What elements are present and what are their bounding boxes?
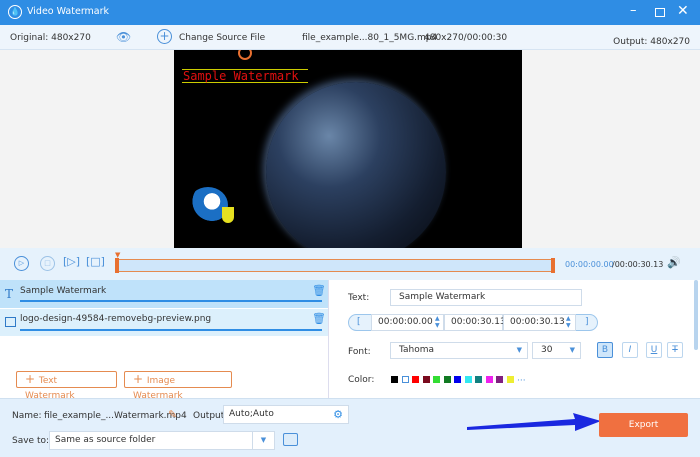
delete-icon[interactable]: 🗑 <box>312 312 326 325</box>
chevron-down-icon: ▼ <box>569 346 575 354</box>
close-button[interactable]: ✕ <box>677 3 689 19</box>
scrollbar[interactable] <box>694 280 698 350</box>
size-value: 30 <box>541 345 553 355</box>
output-resolution: Output: 480x270 <box>613 37 690 47</box>
watermark-list-panel: T Sample Watermark 🗑 logo-design-49584-r… <box>0 280 329 401</box>
image-type-icon <box>5 317 16 327</box>
font-value: Tahoma <box>399 345 435 355</box>
text-type-icon: T <box>5 287 14 301</box>
save-to-label: Save to: <box>12 436 50 446</box>
font-size-select[interactable]: 30 ▼ <box>532 342 581 359</box>
color-swatch[interactable] <box>391 376 398 383</box>
current-time: 00:00:00.00 <box>565 260 614 269</box>
strikethrough-button[interactable]: T <box>667 342 683 358</box>
color-label: Color: <box>348 375 375 385</box>
eye-hidden-icon[interactable]: 👁 <box>116 30 131 44</box>
set-start-button[interactable]: [ <box>357 317 361 327</box>
edit-name-icon[interactable]: ✎ <box>168 408 177 421</box>
chevron-down-icon: ▼ <box>252 432 274 449</box>
start-time-input[interactable]: 00:00:00.00 <box>371 314 444 331</box>
color-swatch[interactable] <box>412 376 419 383</box>
save-to-value: Same as source folder <box>55 435 156 445</box>
playhead[interactable]: ▼ <box>115 251 120 259</box>
add-icon[interactable]: + <box>157 29 172 44</box>
plus-icon: + <box>25 372 39 386</box>
text-watermark-box[interactable]: Sample Watermark <box>182 69 308 83</box>
plus-icon: + <box>133 372 147 386</box>
watermark-settings-panel: Text: Sample Watermark [ 00:00:00.00 ▲ ▼ … <box>330 280 700 398</box>
color-swatch[interactable] <box>464 376 472 383</box>
watermark-label: Sample Watermark <box>20 286 107 296</box>
earth-image <box>266 82 446 248</box>
watermark-item-text[interactable]: T Sample Watermark 🗑 <box>0 280 328 308</box>
output-file-name: file_example_...Watermark.mp4 <box>44 411 187 421</box>
more-colors-button[interactable]: ··· <box>517 376 526 386</box>
logo-watermark-image[interactable] <box>188 187 238 227</box>
playback-controls: ▷ □ [▷] [□] ▼ 00:00:00.00 /00:00:30.13 🔊 <box>0 248 700 280</box>
color-swatch[interactable] <box>422 376 430 383</box>
timeline-end-handle[interactable] <box>551 258 555 273</box>
folder-icon[interactable] <box>283 433 298 446</box>
color-swatch[interactable] <box>443 376 451 383</box>
bold-button[interactable]: B <box>597 342 613 358</box>
play-button[interactable]: ▷ <box>14 256 29 271</box>
minimize-button[interactable]: – <box>630 3 637 18</box>
add-image-watermark-button[interactable]: + Image Watermark <box>124 371 232 401</box>
export-bar: Name: file_example_...Watermark.mp4 ✎ Ou… <box>0 398 700 457</box>
window-title: Video Watermark <box>27 6 110 17</box>
text-input[interactable]: Sample Watermark <box>390 289 582 306</box>
time-range: [ 00:00:00.00 ▲ ▼ 00:00:30.13 00:00:30.13… <box>348 314 598 331</box>
original-resolution: Original: 480x270 <box>10 33 91 43</box>
save-to-select[interactable]: Same as source folder ▼ <box>49 431 275 450</box>
export-button[interactable]: Export <box>599 413 688 437</box>
info-bar: Original: 480x270 👁 + Change Source File… <box>0 25 700 50</box>
color-swatch[interactable] <box>485 376 493 383</box>
text-label: Text: <box>348 293 370 303</box>
end-time-stepper[interactable]: ▲ ▼ <box>566 315 571 329</box>
total-time: /00:00:30.13 <box>612 260 664 269</box>
output-value: Auto;Auto <box>229 409 274 419</box>
rotate-handle-icon[interactable] <box>238 50 252 60</box>
start-time-stepper[interactable]: ▲ ▼ <box>435 315 440 329</box>
color-palette: ··· <box>391 376 526 386</box>
video-preview: Sample Watermark <box>0 50 700 248</box>
italic-button[interactable]: I <box>622 342 638 358</box>
font-label: Font: <box>348 347 371 357</box>
arrow-annotation <box>467 413 601 431</box>
add-text-watermark-button[interactable]: + Text Watermark <box>16 371 117 401</box>
play-clip-button[interactable]: [▷] <box>63 255 80 268</box>
maximize-button[interactable] <box>655 8 665 17</box>
stop-clip-button[interactable]: [□] <box>86 255 105 268</box>
title-bar: 💧 Video Watermark – ✕ <box>0 0 700 25</box>
color-swatch[interactable] <box>475 376 482 383</box>
set-end-button[interactable]: ] <box>585 317 589 327</box>
watermark-label: logo-design-49584-removebg-preview.png <box>20 314 212 324</box>
duration-input[interactable]: 00:00:30.13 <box>444 314 506 331</box>
color-swatch[interactable] <box>506 376 514 383</box>
name-label: Name: <box>12 411 42 421</box>
output-settings-field: Auto;Auto ⚙ <box>223 405 349 424</box>
change-source-file-button[interactable]: Change Source File <box>179 33 265 43</box>
color-swatch[interactable] <box>433 376 440 383</box>
chevron-down-icon: ▼ <box>516 346 522 354</box>
gear-icon[interactable]: ⚙ <box>333 406 343 423</box>
stop-button[interactable]: □ <box>40 256 55 271</box>
watermark-item-image[interactable]: logo-design-49584-removebg-preview.png 🗑 <box>0 309 328 336</box>
timeline-track[interactable] <box>116 259 554 272</box>
delete-icon[interactable]: 🗑 <box>312 284 326 297</box>
app-logo-icon: 💧 <box>8 5 22 19</box>
timeline-start-handle[interactable] <box>115 258 119 273</box>
video-frame[interactable]: Sample Watermark <box>174 50 522 248</box>
text-watermark: Sample Watermark <box>183 69 299 83</box>
file-name: file_example...80_1_5MG.mp4 <box>302 33 438 43</box>
file-info: 480x270/00:00:30 <box>424 33 508 43</box>
color-swatch[interactable] <box>454 376 461 383</box>
underline-button[interactable]: U <box>646 342 662 358</box>
color-swatch[interactable] <box>401 376 409 383</box>
font-select[interactable]: Tahoma ▼ <box>390 342 528 359</box>
color-swatch[interactable] <box>496 376 503 383</box>
volume-icon[interactable]: 🔊 <box>667 256 681 269</box>
